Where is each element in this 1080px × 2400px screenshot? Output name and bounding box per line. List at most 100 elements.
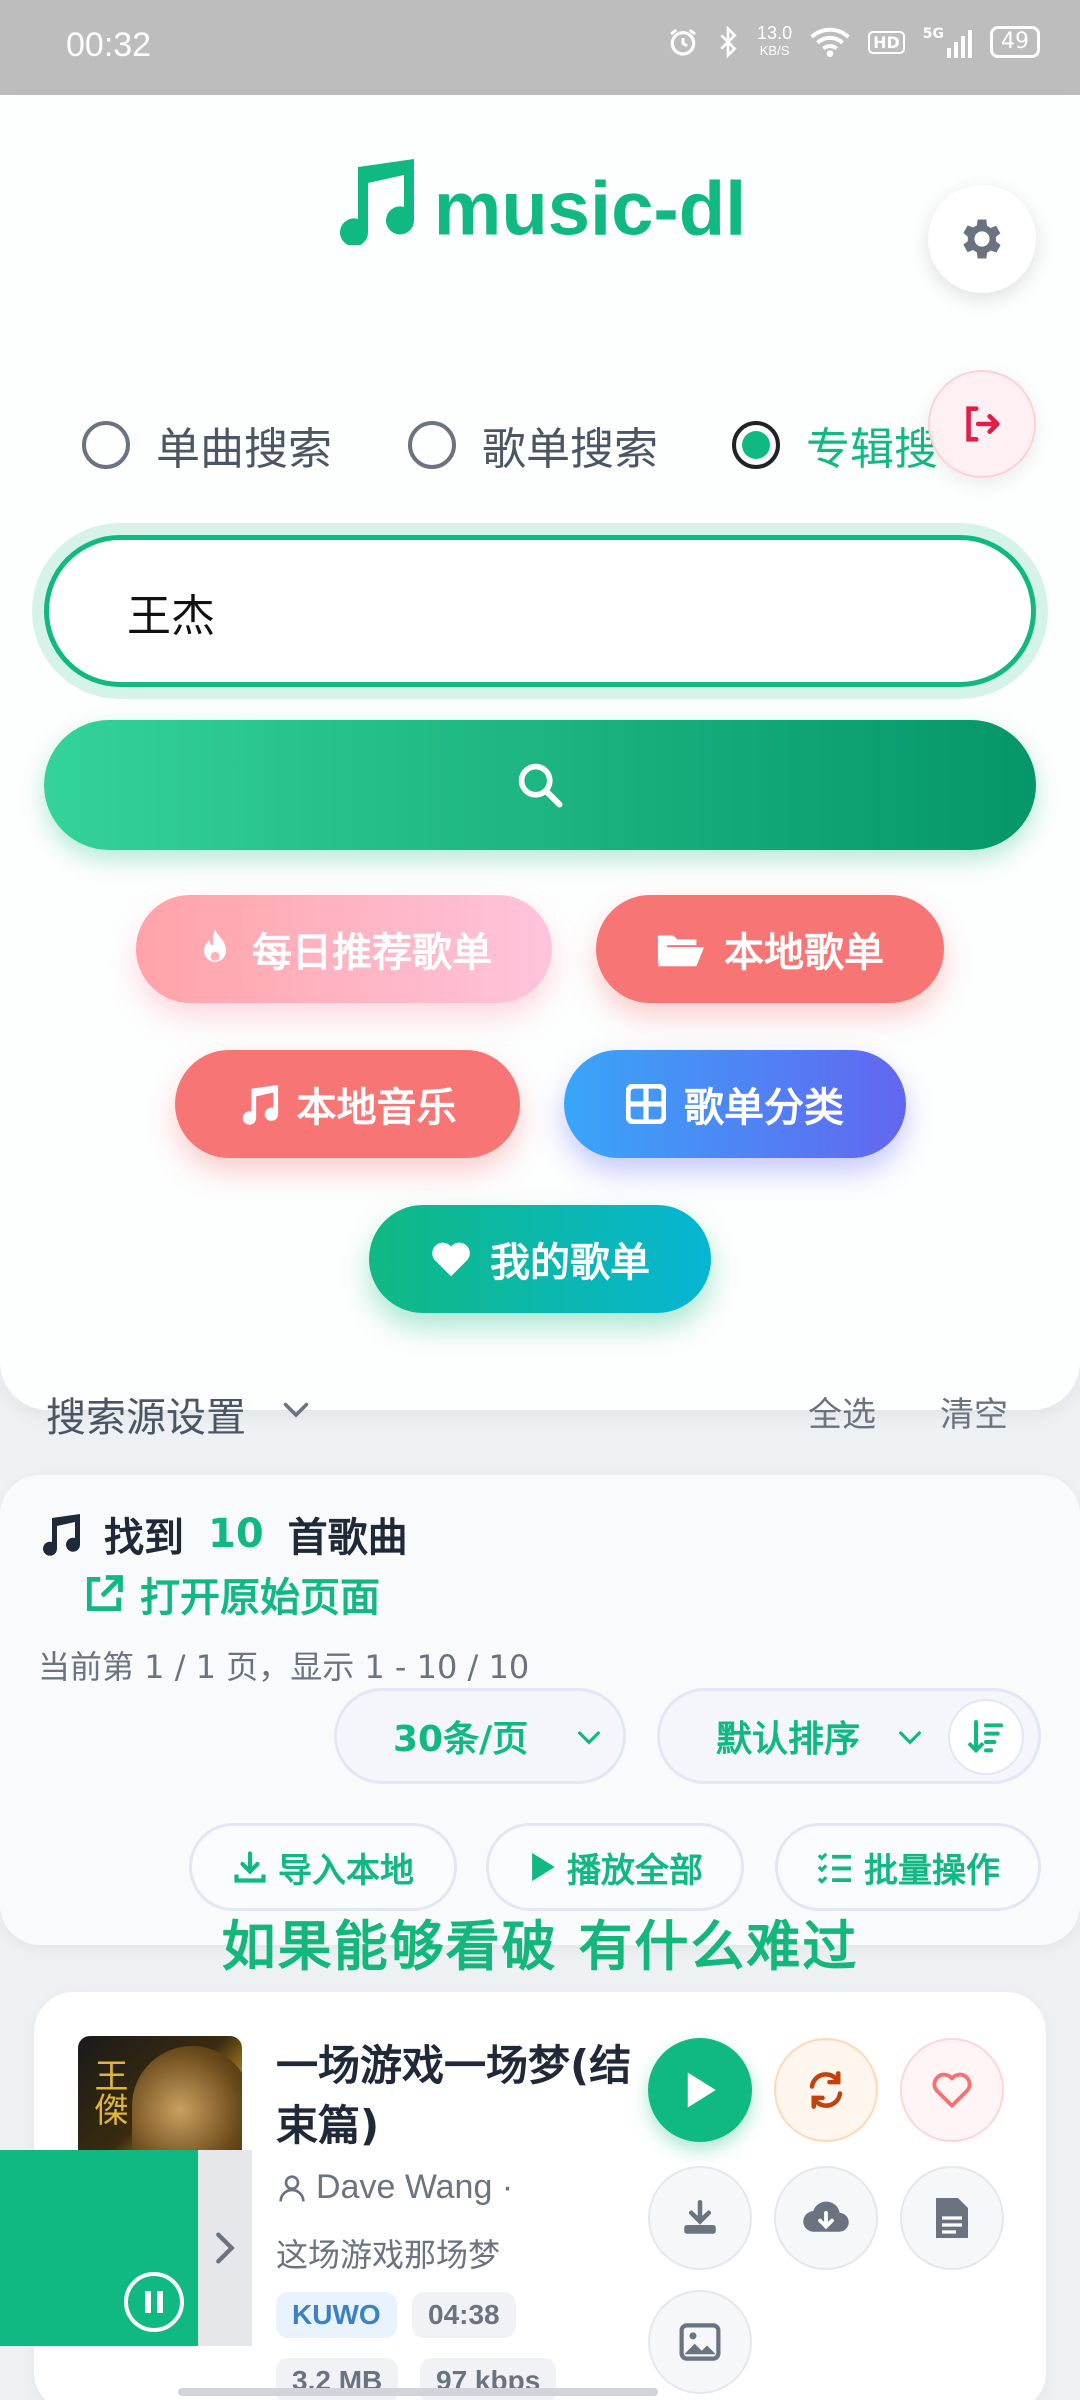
cloud-download-icon xyxy=(803,2201,849,2232)
radio-playlist-search[interactable]: 歌单搜索 xyxy=(408,413,658,477)
local-playlist-button[interactable]: 本地歌单 xyxy=(596,895,944,1003)
radio-album-search[interactable]: 专辑搜 xyxy=(732,413,938,477)
cover-image-button[interactable] xyxy=(648,2290,752,2394)
cover-text: 王傑 xyxy=(88,2058,128,2126)
play-button[interactable] xyxy=(648,2038,752,2142)
search-input[interactable]: 王杰 xyxy=(127,580,215,644)
music-note-icon xyxy=(239,1083,279,1125)
radio-circle xyxy=(82,421,130,469)
home-indicator[interactable] xyxy=(178,2388,658,2396)
results-count: 找到 10 首歌曲 xyxy=(38,1505,408,1563)
radio-circle xyxy=(408,421,456,469)
download-button[interactable] xyxy=(648,2166,752,2270)
import-local-button[interactable]: 导入本地 xyxy=(189,1823,457,1911)
found-count: 10 xyxy=(208,1511,264,1557)
source-settings-row: 搜索源设置 全选 清空 xyxy=(46,1385,1026,1441)
radio-label: 歌单搜索 xyxy=(482,424,658,475)
pill-label: 每日推荐歌单 xyxy=(252,930,492,976)
search-icon xyxy=(518,763,563,808)
status-bar: 00:32 13.0 KB/S HD 5G 49 xyxy=(0,0,1080,95)
chevron-down-icon[interactable] xyxy=(278,1391,314,1427)
per-page-value: 30条/页 xyxy=(393,1719,529,1760)
song-artist[interactable]: Dave Wang · xyxy=(276,2168,513,2207)
settings-button[interactable] xyxy=(928,185,1036,293)
source-badge: KUWO xyxy=(276,2292,397,2338)
batch-operation-button[interactable]: 批量操作 xyxy=(775,1823,1041,1911)
status-icons: 13.0 KB/S HD 5G 49 xyxy=(667,24,1040,60)
artist-name: Dave Wang · xyxy=(316,2168,514,2206)
source-settings-toggle[interactable]: 搜索源设置 xyxy=(46,1385,246,1443)
music-note-icon xyxy=(43,1514,81,1556)
play-icon xyxy=(527,1850,557,1884)
battery-indicator: 49 xyxy=(990,26,1040,58)
radio-label: 专辑搜 xyxy=(806,424,938,475)
duration-badge: 04:38 xyxy=(412,2292,516,2338)
daily-recommend-button[interactable]: 每日推荐歌单 xyxy=(136,895,552,1003)
user-icon xyxy=(279,2174,305,2201)
bluetooth-icon xyxy=(720,26,737,58)
my-playlist-button[interactable]: 我的歌单 xyxy=(369,1205,711,1313)
radio-circle xyxy=(732,421,780,469)
expand-player-button[interactable] xyxy=(198,2150,252,2346)
cloud-download-button[interactable] xyxy=(774,2166,878,2270)
lyrics-button[interactable] xyxy=(900,2166,1004,2270)
found-prefix: 找到 xyxy=(104,1515,184,1561)
play-all-label: 播放全部 xyxy=(567,1850,703,1891)
chevron-right-icon xyxy=(216,2232,235,2264)
fire-icon xyxy=(196,927,234,971)
playlist-category-button[interactable]: 歌单分类 xyxy=(564,1050,906,1158)
song-title: 一场游戏一场梦(结束篇) xyxy=(276,2041,632,2150)
page-info: 当前第 1 / 1 页，显示 1 - 10 / 10 xyxy=(38,1648,530,1686)
signal-icon: 5G xyxy=(923,26,972,58)
search-panel: music-dl 单曲搜索 歌单搜索 专辑搜 王杰 每日推荐歌单 本地歌单 本地… xyxy=(0,95,1080,1441)
mini-player[interactable] xyxy=(0,2150,252,2346)
download-icon xyxy=(232,1849,268,1885)
pill-label: 歌单分类 xyxy=(684,1085,844,1131)
hd-icon: HD xyxy=(868,30,905,54)
chevron-down-icon xyxy=(578,1731,600,1745)
search-mode-group: 单曲搜索 歌单搜索 专辑搜 xyxy=(82,413,942,479)
per-page-select[interactable]: 30条/页 xyxy=(334,1688,626,1784)
wifi-icon xyxy=(810,27,850,57)
sort-value: 默认排序 xyxy=(716,1719,861,1760)
sort-descending-icon xyxy=(968,1720,1003,1754)
gear-icon xyxy=(963,219,1001,259)
radio-song-search[interactable]: 单曲搜索 xyxy=(82,413,332,477)
search-button[interactable] xyxy=(44,720,1036,850)
clear-button[interactable]: 清空 xyxy=(940,1387,1008,1436)
pill-label: 本地音乐 xyxy=(296,1085,457,1131)
found-suffix: 首歌曲 xyxy=(287,1515,408,1561)
pill-label: 本地歌单 xyxy=(724,930,884,976)
sort-select[interactable]: 默认排序 xyxy=(657,1688,1041,1784)
local-music-button[interactable]: 本地音乐 xyxy=(175,1050,520,1158)
search-field[interactable]: 王杰 xyxy=(44,535,1036,687)
music-note-icon xyxy=(334,155,414,263)
status-time: 00:32 xyxy=(66,26,152,64)
song-album[interactable]: 这场游戏那场梦 xyxy=(276,2230,500,2276)
checklist-icon xyxy=(816,1849,854,1885)
import-local-label: 导入本地 xyxy=(278,1850,414,1891)
download-icon xyxy=(684,2199,716,2234)
open-original-label: 打开原始页面 xyxy=(140,1575,380,1621)
sort-direction-button[interactable] xyxy=(948,1699,1024,1775)
batch-operation-label: 批量操作 xyxy=(864,1850,1000,1891)
results-panel: 找到 10 首歌曲 打开原始页面 当前第 1 / 1 页，显示 1 - 10 /… xyxy=(0,1475,1080,1945)
play-icon xyxy=(687,2072,716,2108)
play-all-button[interactable]: 播放全部 xyxy=(486,1823,744,1911)
logout-button[interactable] xyxy=(928,370,1036,478)
favorite-button[interactable] xyxy=(900,2038,1004,2142)
pause-button[interactable] xyxy=(124,2272,184,2332)
app-title: music-dl xyxy=(433,166,747,252)
file-text-icon xyxy=(936,2198,968,2238)
switch-source-button[interactable] xyxy=(774,2038,878,2142)
grid-icon xyxy=(626,1084,666,1124)
external-link-icon xyxy=(86,1575,123,1612)
mini-player-body[interactable] xyxy=(0,2150,198,2346)
folder-open-icon xyxy=(656,929,706,969)
open-original-link[interactable]: 打开原始页面 xyxy=(82,1565,380,1623)
radio-label: 单曲搜索 xyxy=(156,424,332,475)
floating-lyric: 如果能够看破 有什么难过 xyxy=(221,1915,859,1978)
select-all-button[interactable]: 全选 xyxy=(808,1387,876,1436)
image-icon xyxy=(679,2323,721,2361)
heart-icon xyxy=(430,1240,472,1278)
